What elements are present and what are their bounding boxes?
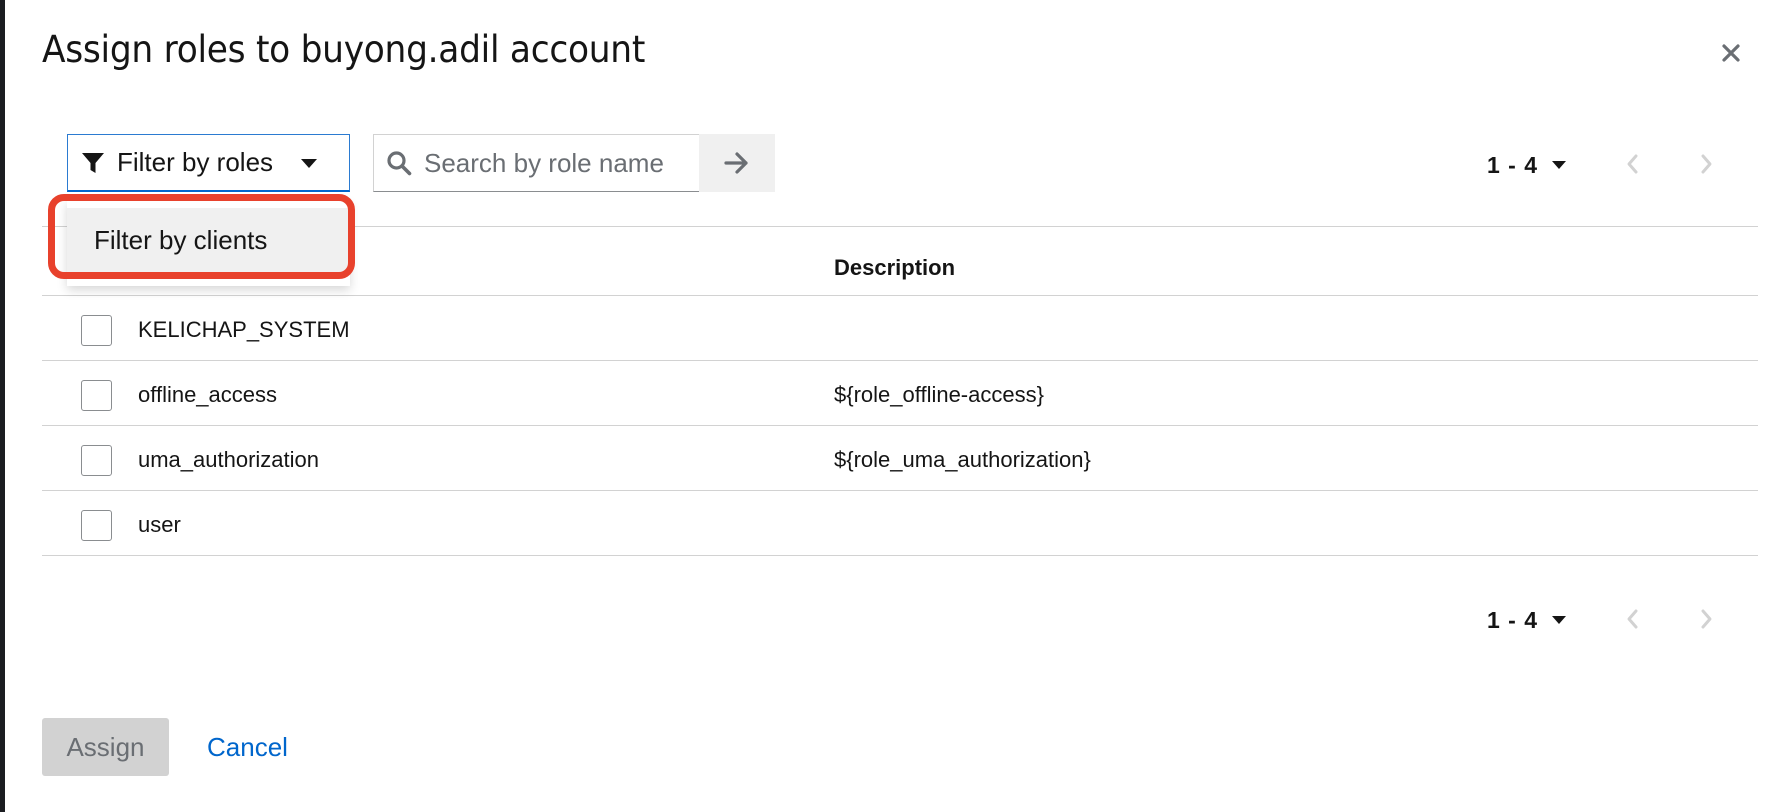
filter-icon xyxy=(82,152,104,173)
next-page-button[interactable] xyxy=(1700,608,1714,635)
backdrop-edge xyxy=(0,0,5,812)
role-name: user xyxy=(138,512,181,537)
row-checkbox[interactable] xyxy=(81,445,112,476)
assign-button[interactable]: Assign xyxy=(42,718,169,776)
chevron-left-icon xyxy=(1627,154,1638,174)
table-row: offline_access ${role_offline-access} xyxy=(42,361,1758,426)
cancel-button[interactable]: Cancel xyxy=(207,718,288,776)
filter-type-menu: Filter by clients xyxy=(67,200,350,286)
role-name: uma_authorization xyxy=(138,447,320,472)
pagination-top: 1 - 4 xyxy=(1487,150,1737,180)
role-description: ${role_uma_authorization} xyxy=(834,447,1091,472)
arrow-right-icon xyxy=(724,152,748,174)
row-checkbox[interactable] xyxy=(81,380,112,411)
previous-page-button[interactable] xyxy=(1625,153,1639,180)
close-icon xyxy=(1722,44,1740,62)
pagination-range-toggle[interactable]: 1 - 4 xyxy=(1487,606,1567,634)
role-name: KELICHAP_SYSTEM xyxy=(138,317,350,342)
menu-item-filter-by-clients[interactable]: Filter by clients xyxy=(67,208,350,272)
table-row: user xyxy=(42,491,1758,556)
table-row: uma_authorization ${role_uma_authorizati… xyxy=(42,426,1758,491)
table-row: KELICHAP_SYSTEM xyxy=(42,296,1758,361)
caret-down-icon xyxy=(1552,615,1567,624)
chevron-right-icon xyxy=(1701,609,1712,629)
close-button[interactable] xyxy=(1718,40,1744,66)
role-name: offline_access xyxy=(138,382,278,407)
chevron-right-icon xyxy=(1701,154,1712,174)
pagination-range-toggle[interactable]: 1 - 4 xyxy=(1487,151,1567,179)
pagination-bottom: 1 - 4 xyxy=(1487,605,1737,635)
filter-type-dropdown[interactable]: Filter by roles xyxy=(67,134,350,192)
filter-type-label: Filter by roles xyxy=(117,147,274,177)
row-checkbox[interactable] xyxy=(81,510,112,541)
pagination-range: 1 - 4 xyxy=(1487,151,1539,178)
row-checkbox[interactable] xyxy=(81,315,112,346)
pagination-range: 1 - 4 xyxy=(1487,606,1539,633)
next-page-button[interactable] xyxy=(1700,153,1714,180)
modal-title: Assign roles to buyong.adil account xyxy=(42,28,646,71)
column-header-description: Description xyxy=(834,255,956,280)
previous-page-button[interactable] xyxy=(1625,608,1639,635)
caret-down-icon xyxy=(301,159,317,168)
role-description: ${role_offline-access} xyxy=(834,382,1044,407)
search-box xyxy=(373,134,699,192)
chevron-left-icon xyxy=(1627,609,1638,629)
search-submit-button[interactable] xyxy=(699,134,775,192)
search-icon xyxy=(387,151,412,176)
toolbar: Filter by roles 1 - 4 xyxy=(0,134,1792,194)
search-input[interactable] xyxy=(424,147,694,179)
caret-down-icon xyxy=(1552,160,1567,169)
